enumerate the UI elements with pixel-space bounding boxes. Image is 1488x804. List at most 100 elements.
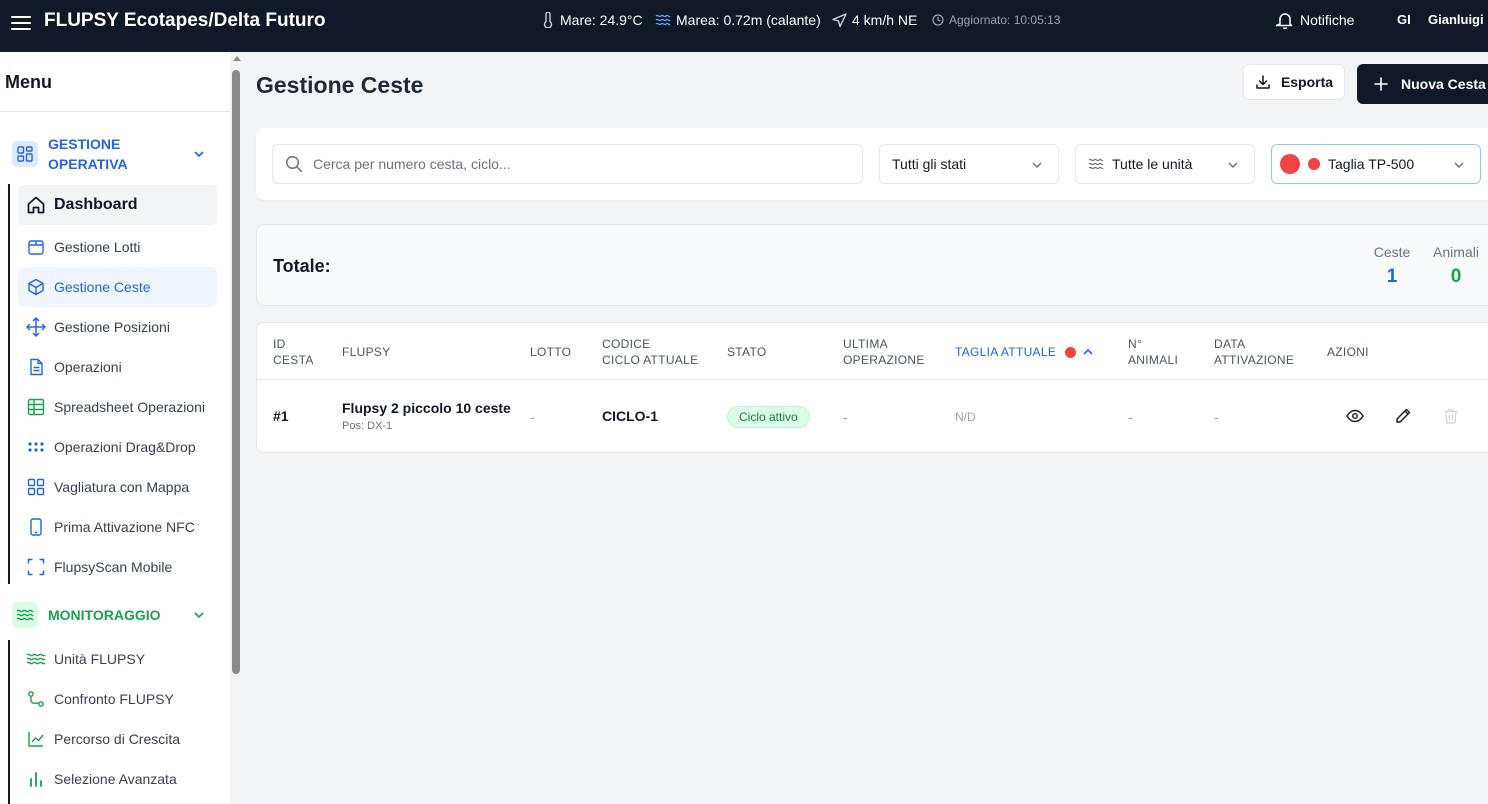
column-header-lotto[interactable]: LOTTO	[530, 344, 571, 360]
sidebar-item-selezione-avanzata[interactable]: Selezione Avanzata	[18, 759, 217, 799]
header-line: OPERAZIONE	[843, 353, 925, 367]
sidebar-item-spreadsheet-operazioni[interactable]: Spreadsheet Operazioni	[18, 387, 217, 427]
sidebar-item-percorso-crescita[interactable]: Percorso di Crescita	[18, 719, 217, 759]
unit-filter-value: Tutte le unità	[1112, 156, 1193, 172]
column-header-codice-ciclo[interactable]: CODICE CICLO ATTUALE	[602, 336, 698, 368]
sidebar-item-label: FlupsyScan Mobile	[54, 559, 173, 575]
home-icon	[26, 195, 46, 215]
grid-icon	[26, 477, 46, 497]
header-line: ANIMALI	[1128, 353, 1179, 367]
eye-icon	[1346, 409, 1364, 423]
chevron-down-icon	[1032, 162, 1042, 169]
header-line: CODICE	[602, 337, 651, 351]
tide-text: Marea: 0.72m (calante)	[676, 12, 821, 28]
edit-button[interactable]	[1394, 407, 1412, 425]
sidebar-item-label: Vagliatura con Mappa	[54, 479, 190, 495]
header-line: ID	[273, 337, 286, 351]
scrollbar-thumb[interactable]	[232, 70, 240, 674]
section-line	[8, 640, 10, 804]
baskets-count-label: Ceste	[1373, 244, 1411, 260]
column-header-taglia-attuale[interactable]: TAGLIA ATTUALE	[955, 344, 1094, 360]
animals-count-value: 0	[1450, 266, 1462, 287]
header-divider	[257, 379, 1488, 380]
totals-label: Totale:	[273, 256, 331, 276]
column-header-azioni: AZIONI	[1327, 345, 1369, 359]
cell-position: Pos: DX-1	[342, 420, 393, 432]
sidebar-item-label: Operazioni	[54, 359, 122, 375]
chevron-down-icon	[1228, 162, 1238, 169]
cell-data-attivazione: -	[1214, 409, 1219, 425]
menu-icon[interactable]	[10, 12, 32, 34]
notifications-button[interactable]: Notifiche	[1276, 0, 1354, 40]
sidebar-item-gestione-posizioni[interactable]: Gestione Posizioni	[18, 307, 217, 347]
status-badge: Ciclo attivo	[727, 406, 810, 428]
clock-icon	[932, 14, 944, 26]
column-header-stato[interactable]: STATO	[727, 344, 767, 360]
sidebar-item-label: Percorso di Crescita	[54, 731, 181, 747]
header-line: N°	[1128, 337, 1143, 351]
delete-button[interactable]	[1442, 407, 1460, 425]
section-label: GESTIONE OPERATIVA	[48, 136, 128, 172]
last-updated: Aggiornato: 10:05:13	[932, 0, 1060, 40]
header-line: CICLO ATTUALE	[602, 353, 699, 367]
column-header-flupsy[interactable]: FLUPSY	[342, 344, 390, 360]
size-color-dot-small	[1308, 158, 1320, 170]
new-basket-button[interactable]: Nuova Cesta	[1357, 64, 1488, 104]
pencil-icon	[1396, 408, 1411, 423]
unit-filter-select[interactable]: Tutte le unità	[1075, 144, 1255, 184]
move-icon	[26, 317, 46, 337]
grip-icon	[26, 437, 46, 457]
size-color-dot	[1280, 154, 1300, 174]
cell-taglia: N/D	[955, 410, 976, 424]
status-filter-value: Tutti gli stati	[892, 156, 967, 172]
header-label: TAGLIA ATTUALE	[955, 345, 1057, 359]
column-header-ultima-operazione[interactable]: ULTIMA OPERAZIONE	[843, 336, 925, 368]
cell-id: #1	[273, 408, 289, 424]
user-name[interactable]: Gianluigi	[1428, 12, 1484, 28]
sea-temperature: Mare: 24.9°C	[541, 0, 643, 40]
plus-icon	[1374, 77, 1388, 91]
waves-icon	[655, 14, 671, 26]
search-input[interactable]	[313, 156, 833, 172]
section-gestione-operativa[interactable]: GESTIONE OPERATIVA	[12, 134, 220, 174]
page-title: Gestione Ceste	[256, 72, 424, 98]
sidebar-item-prima-attivazione-nfc[interactable]: Prima Attivazione NFC	[18, 507, 217, 547]
column-header-animali[interactable]: N° ANIMALI	[1128, 336, 1178, 368]
sidebar-item-label: Gestione Lotti	[54, 239, 141, 255]
avatar[interactable]: GI	[1397, 12, 1411, 28]
waves-icon	[26, 649, 46, 669]
new-basket-label: Nuova Cesta	[1401, 76, 1486, 92]
sidebar-item-dashboard[interactable]: Dashboard	[18, 185, 217, 225]
chevron-up-icon	[1083, 348, 1093, 355]
tide-info: Marea: 0.72m (calante)	[655, 0, 821, 40]
sidebar-item-gestione-ceste[interactable]: Gestione Ceste	[18, 267, 217, 307]
header-line: DATA	[1214, 337, 1246, 351]
sidebar-item-vagliatura-mappa[interactable]: Vagliatura con Mappa	[18, 467, 217, 507]
status-filter-select[interactable]: Tutti gli stati	[879, 144, 1059, 184]
download-icon	[1256, 75, 1270, 89]
bell-icon	[1276, 13, 1293, 29]
column-header-data-attivazione[interactable]: DATA ATTIVAZIONE	[1214, 336, 1294, 368]
sidebar-item-gestione-lotti[interactable]: Gestione Lotti	[18, 227, 217, 267]
route-icon	[26, 689, 46, 709]
waves-icon	[1088, 158, 1104, 170]
sidebar-item-operazioni[interactable]: Operazioni	[18, 347, 217, 387]
section-monitoraggio[interactable]: MONITORAGGIO	[12, 602, 220, 628]
sidebar-item-confronto-flupsy[interactable]: Confronto FLUPSY	[18, 679, 217, 719]
cell-ultima-operazione: -	[843, 409, 848, 425]
view-button[interactable]	[1346, 407, 1364, 425]
sidebar-item-unita-flupsy[interactable]: Unità FLUPSY	[18, 639, 217, 679]
column-header-id[interactable]: ID CESTA	[273, 336, 314, 368]
sidebar-item-operazioni-drag-drop[interactable]: Operazioni Drag&Drop	[18, 427, 217, 467]
search-field[interactable]	[272, 144, 863, 184]
file-icon	[26, 357, 46, 377]
scroll-up-arrow[interactable]	[233, 56, 241, 61]
sidebar-item-label: Spreadsheet Operazioni	[54, 399, 205, 415]
cell-ciclo: CICLO-1	[602, 408, 658, 424]
section-line	[8, 184, 10, 584]
cell-animali: -	[1128, 409, 1133, 425]
sidebar-item-flupsyscan-mobile[interactable]: FlupsyScan Mobile	[18, 547, 217, 587]
waves-icon	[12, 602, 38, 628]
size-filter-select[interactable]: Taglia TP-500	[1271, 144, 1481, 184]
export-button[interactable]: Esporta	[1243, 64, 1345, 100]
